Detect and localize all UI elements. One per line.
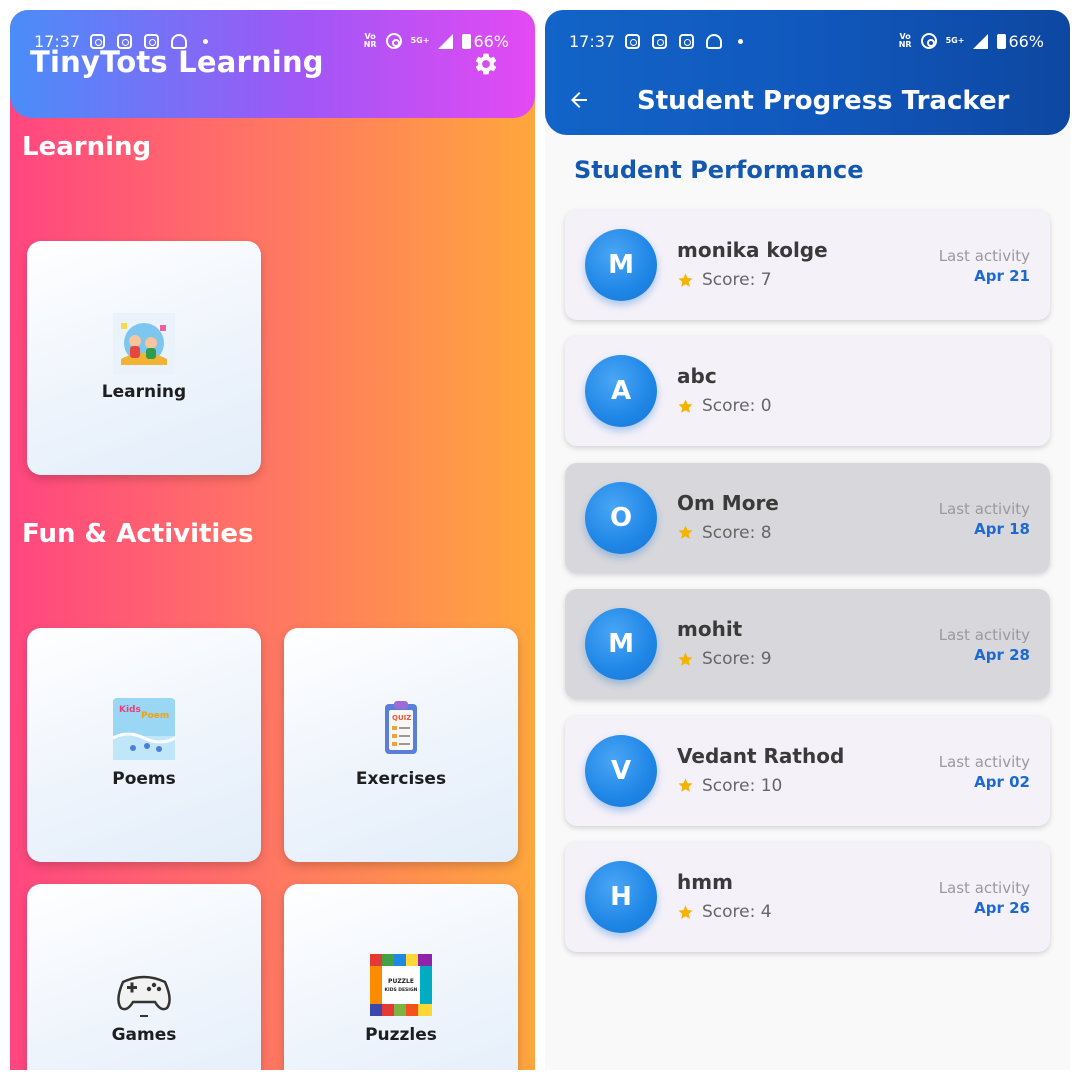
learning-card[interactable]: Learning [27, 241, 261, 475]
student-score: Score: 0 [677, 396, 772, 416]
battery-percent: 66% [473, 31, 509, 51]
battery-percent: 66% [1008, 31, 1044, 51]
exercises-card[interactable]: QUIZ Exercises [284, 628, 518, 862]
student-name: Vedant Rathod [677, 743, 845, 768]
svg-text:QUIZ: QUIZ [392, 714, 411, 722]
student-card[interactable]: A abc Score: 0 [565, 336, 1050, 447]
star-icon [678, 778, 693, 792]
puzzles-card[interactable]: PUZZLE KIDS DESIGN Puzzles [284, 884, 518, 1070]
star-icon [678, 904, 693, 919]
gear-icon[interactable] [473, 51, 499, 77]
student-score: Score: 9 [677, 649, 772, 669]
student-name: mohit [677, 617, 743, 642]
status-bar: 17:37 Vo NR 5G+ 66% [569, 31, 1044, 51]
student-card[interactable]: M mohit Score: 9 Last activity Apr 28 [565, 589, 1050, 700]
avatar: M [585, 229, 657, 301]
last-activity-label: Last activity [938, 499, 1030, 518]
screen-title: Student Progress Tracker [637, 86, 1010, 116]
puzzle-image: PUZZLE KIDS DESIGN [370, 954, 432, 1016]
instagram-icon [625, 33, 641, 49]
kids-learning-image [113, 313, 175, 375]
last-activity-label: Last activity [938, 247, 1030, 265]
section-title-fun-activities: Fun & Activities [22, 519, 254, 549]
svg-text:PUZZLE: PUZZLE [388, 978, 414, 985]
signal-icon [973, 33, 989, 49]
puzzles-card-label: Puzzles [365, 1025, 437, 1045]
last-activity-date: Apr 18 [974, 519, 1030, 538]
student-score: Score: 10 [677, 776, 782, 796]
network-type: 5G+ [945, 36, 965, 45]
student-score: Score: 7 [677, 270, 772, 290]
student-score-text: Score: 4 [702, 902, 772, 922]
avatar: M [585, 608, 657, 681]
last-activity-date: Apr 26 [974, 899, 1030, 917]
last-activity-date: Apr 28 [974, 646, 1030, 665]
last-activity-label: Last activity [938, 752, 1030, 771]
games-card-label: Games [111, 1025, 177, 1045]
screenshot-stage: 17:37 Vo NR 5G+ 66% TinyTots Learning Le… [0, 0, 1080, 1080]
arrow-left-icon[interactable] [567, 88, 591, 112]
student-card[interactable]: H hmm Score: 4 Last activity Apr 26 [565, 842, 1050, 952]
student-score: Score: 8 [677, 523, 772, 543]
status-time: 17:37 [569, 31, 616, 51]
star-icon [678, 399, 693, 413]
avatar: H [585, 861, 657, 933]
student-name: Om More [677, 490, 779, 515]
tracker-header: 17:37 Vo NR 5G+ 66% Student Progress Tra… [545, 10, 1070, 135]
instagram-icon [652, 33, 668, 49]
svg-text:Kids: Kids [119, 705, 141, 715]
game-controller-image [117, 975, 171, 1017]
progress-tracker-screen: 17:37 Vo NR 5G+ 66% Student Progress Tra… [545, 10, 1070, 1070]
last-activity-date: Apr 21 [974, 267, 1030, 285]
avatar: A [585, 355, 657, 428]
student-name: abc [677, 364, 717, 389]
battery-icon [462, 33, 472, 49]
student-score-text: Score: 0 [702, 396, 772, 417]
student-score-text: Score: 9 [702, 649, 772, 670]
kids-poem-image: Kids Poem [113, 698, 175, 760]
last-activity-label: Last activity [938, 879, 1030, 897]
last-activity-label: Last activity [938, 626, 1030, 645]
last-activity-date: Apr 02 [974, 772, 1030, 791]
svg-text:KIDS DESIGN: KIDS DESIGN [385, 987, 418, 993]
avatar: O [585, 481, 657, 554]
notification-dot-icon [738, 38, 744, 44]
network-type: 5G+ [410, 36, 430, 45]
student-card[interactable]: V Vedant Rathod Score: 10 Last activity … [565, 715, 1050, 826]
games-card[interactable]: Games [27, 884, 261, 1070]
student-score: Score: 4 [677, 902, 772, 922]
poems-card-label: Poems [112, 769, 176, 789]
avatar: V [585, 734, 657, 807]
student-card[interactable]: O Om More Score: 8 Last activity Apr 18 [565, 462, 1050, 573]
app-title: TinyTots Learning [30, 45, 324, 79]
learning-card-label: Learning [101, 382, 187, 402]
student-score-text: Score: 7 [702, 270, 772, 290]
notification-dot-icon [203, 38, 209, 44]
signal-icon [438, 33, 454, 49]
student-card[interactable]: M monika kolge Score: 7 Last activity Ap… [565, 210, 1050, 320]
section-title-learning: Learning [22, 132, 152, 162]
section-title-student-performance: Student Performance [574, 156, 864, 184]
student-name: hmm [677, 870, 733, 894]
battery-icon [997, 33, 1007, 49]
poems-card[interactable]: Kids Poem Poems [27, 628, 261, 862]
volte-icon: Vo NR [898, 32, 912, 49]
star-icon [678, 525, 693, 540]
quiz-clipboard-image: QUIZ [385, 701, 417, 754]
hotspot-icon [920, 33, 937, 49]
student-score-text: Score: 10 [702, 775, 783, 796]
star-icon [678, 272, 693, 287]
app-header: 17:37 Vo NR 5G+ 66% TinyTots Learning [10, 10, 535, 118]
svg-text:Poem: Poem [141, 711, 169, 721]
student-name: monika kolge [677, 238, 828, 262]
instagram-icon [679, 33, 695, 49]
student-score-text: Score: 8 [702, 522, 772, 543]
drive-icon [706, 33, 723, 49]
exercises-card-label: Exercises [355, 769, 447, 789]
volte-icon: Vo NR [363, 32, 377, 49]
hotspot-icon [385, 33, 402, 49]
star-icon [678, 652, 693, 666]
home-screen: 17:37 Vo NR 5G+ 66% TinyTots Learning Le… [10, 10, 535, 1070]
